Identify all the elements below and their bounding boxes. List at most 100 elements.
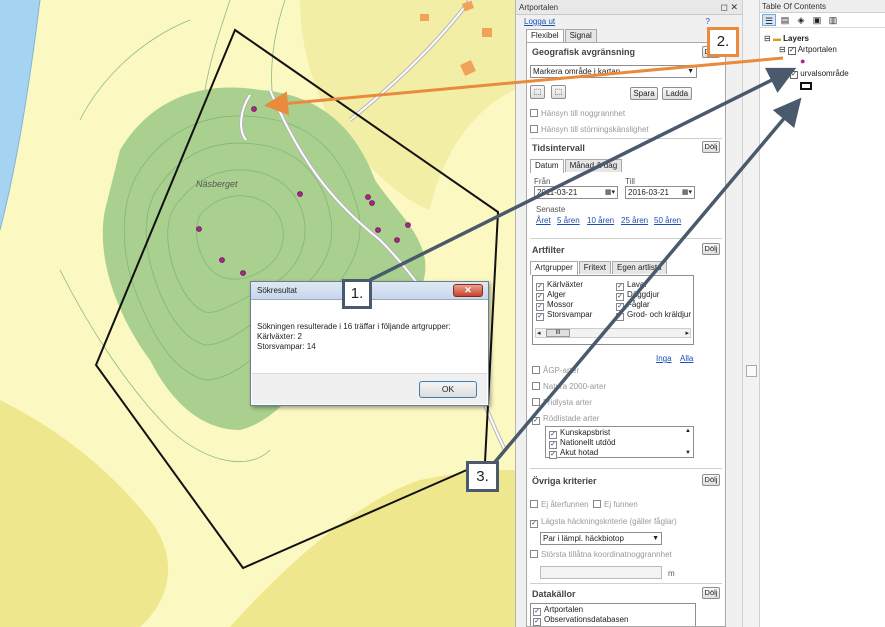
time-section: Tidsintervall Dölj Datum Månad & dag Frå… bbox=[527, 140, 725, 240]
select-none-link[interactable]: Inga bbox=[656, 354, 672, 363]
max-coord-input[interactable] bbox=[540, 566, 662, 579]
max-coord-checkbox[interactable]: Största tillåtna koordinatnoggrannhet bbox=[530, 550, 672, 559]
tab-fritext[interactable]: Fritext bbox=[578, 261, 612, 274]
max-coord-label: Största tillåtna koordinatnoggrannhet bbox=[541, 550, 672, 559]
artportalen-panel: Artportalen ◻ ✕ Logga ut ? Flexibel Sign… bbox=[515, 0, 742, 627]
options-icon[interactable]: ▥ bbox=[826, 14, 840, 26]
latest-label: Senaste bbox=[536, 205, 566, 214]
mode-tabs: Flexibel Signal bbox=[526, 29, 598, 43]
panel-splitter[interactable] bbox=[742, 0, 760, 627]
tab-flexibel[interactable]: Flexibel bbox=[526, 29, 564, 43]
not-refound-checkbox[interactable]: Ej återfunnen bbox=[530, 500, 589, 509]
tab-artgrupper[interactable]: Artgrupper bbox=[530, 261, 578, 275]
divider bbox=[530, 583, 722, 584]
select-all-link[interactable]: Alla bbox=[680, 354, 693, 363]
group-checkbox[interactable]: ✓ Storsvampar bbox=[536, 310, 592, 321]
species-groups-list[interactable]: ✓ Kärlväxter ✓ Lavar ✓ Alger ✓ Däggdjur ✓ Mos… bbox=[532, 275, 694, 345]
close-icon[interactable]: ✕ bbox=[453, 284, 483, 297]
draw-polygon-icon[interactable]: ⬚ bbox=[530, 85, 545, 99]
polygon-symbol-icon bbox=[800, 82, 812, 90]
layer-name: Artportalen bbox=[797, 45, 837, 54]
place-label: Näsberget bbox=[196, 179, 238, 189]
latest-25y-link[interactable]: 25 åren bbox=[621, 216, 648, 225]
redlist-category-checkbox[interactable]: ✓ Akut hotad bbox=[549, 448, 598, 459]
latest-10y-link[interactable]: 10 åren bbox=[587, 216, 614, 225]
species-title: Artfilter bbox=[532, 245, 565, 255]
redlist-categories-list[interactable]: ✓ Kunskapsbrist ✓ Nationellt utdöd ✓ Akut h… bbox=[545, 426, 694, 459]
toc-toolbar: ☰ ▤ ◈ ▣ ▥ bbox=[760, 13, 885, 28]
scroll-thumb[interactable]: III bbox=[546, 329, 570, 337]
layer-urvalsomrade[interactable]: ✓ urvalsområde bbox=[779, 69, 849, 79]
edit-polygon-icon[interactable]: ⬚ bbox=[551, 85, 566, 99]
panel-title: Artportalen bbox=[519, 3, 559, 12]
tab-datum[interactable]: Datum bbox=[530, 159, 564, 173]
time-hide-button[interactable]: Dölj bbox=[702, 141, 720, 153]
sources-hide-button[interactable]: Dölj bbox=[702, 587, 720, 599]
chevron-down-icon: ▼ bbox=[652, 535, 659, 542]
help-link[interactable]: ? bbox=[706, 17, 710, 26]
calendar-icon[interactable]: ▦▾ bbox=[605, 187, 615, 198]
sources-title: Datakällor bbox=[532, 589, 576, 599]
scroll-right-icon[interactable]: ▸ bbox=[685, 329, 689, 337]
list-by-selection-icon[interactable]: ▣ bbox=[810, 14, 824, 26]
redlist-checkbox[interactable]: ✓ Rödlistade arter bbox=[532, 414, 599, 425]
latest-year-link[interactable]: Året bbox=[536, 216, 551, 225]
sources-section: Datakällor Dölj ✓ Artportalen ✓ Observatio… bbox=[527, 585, 725, 626]
breeding-select[interactable]: Par i lämpl. häckbiotop ▼ bbox=[540, 532, 662, 545]
to-date-field[interactable]: 2016-03-21 ▦▾ bbox=[625, 186, 695, 199]
scroll-left-icon[interactable]: ◂ bbox=[537, 329, 541, 337]
latest-50y-link[interactable]: 50 åren bbox=[654, 216, 681, 225]
list-by-drawing-order-icon[interactable]: ☰ bbox=[762, 14, 776, 26]
group-label: Mossor bbox=[547, 300, 574, 309]
panel-window-buttons[interactable]: ◻ ✕ bbox=[720, 0, 738, 15]
logout-link[interactable]: Logga ut bbox=[524, 17, 555, 26]
other-hide-button[interactable]: Dölj bbox=[702, 474, 720, 486]
table-of-contents: Table Of Contents ☰ ▤ ◈ ▣ ▥ ⊟ ▬ Layers ⊟… bbox=[760, 0, 885, 627]
not-found-checkbox[interactable]: Ej funnen bbox=[593, 500, 638, 509]
splitter-grip[interactable] bbox=[746, 365, 757, 377]
scroll-down-icon[interactable]: ▼ bbox=[685, 450, 691, 456]
group-checkbox[interactable]: ✓ Grod- och kräldjur bbox=[616, 310, 691, 321]
agp-checkbox[interactable]: ÅGP-arter bbox=[532, 366, 579, 375]
horizontal-scrollbar[interactable]: ◂ III ▸ bbox=[535, 328, 691, 338]
group-label: Storsvampar bbox=[547, 310, 593, 319]
geo-method-select[interactable]: Markera område i kartan ▼ bbox=[530, 65, 697, 78]
tab-signal[interactable]: Signal bbox=[564, 29, 597, 42]
save-area-button[interactable]: Spara bbox=[630, 87, 658, 100]
sources-list[interactable]: ✓ Artportalen ✓ Observationsdatabasen bbox=[530, 603, 696, 626]
tab-egen-artlista[interactable]: Egen artlista bbox=[612, 261, 667, 274]
from-date-field[interactable]: 2011-03-21 ▦▾ bbox=[534, 186, 618, 199]
group-label: Grod- och kräldjur bbox=[627, 310, 692, 319]
dialog-line: Kärlväxter: 2 bbox=[257, 332, 302, 341]
protected-checkbox[interactable]: Fridlysta arter bbox=[532, 398, 592, 407]
accuracy-checkbox[interactable]: Hänsyn till noggrannhet bbox=[530, 109, 625, 118]
collapse-icon[interactable]: ⊟ bbox=[764, 34, 771, 43]
visibility-checkbox[interactable]: ✓ bbox=[790, 71, 798, 79]
sensitivity-checkbox[interactable]: Hänsyn till störningskänslighet bbox=[530, 125, 649, 134]
breeding-value: Par i lämpl. häckbiotop bbox=[543, 534, 624, 543]
not-refound-label: Ej återfunnen bbox=[541, 500, 589, 509]
species-section: Artfilter Dölj Artgrupper Fritext Egen a… bbox=[527, 241, 725, 466]
divider bbox=[530, 468, 722, 469]
visibility-checkbox[interactable]: ✓ bbox=[787, 47, 796, 55]
latest-5y-link[interactable]: 5 åren bbox=[557, 216, 580, 225]
layers-node[interactable]: ⊟ ▬ Layers bbox=[764, 34, 809, 43]
from-label: Från bbox=[534, 177, 551, 186]
list-by-visibility-icon[interactable]: ◈ bbox=[794, 14, 808, 26]
collapse-icon[interactable]: ⊟ bbox=[779, 45, 786, 54]
group-label: Kärlväxter bbox=[547, 280, 584, 289]
calendar-icon[interactable]: ▦▾ bbox=[682, 187, 692, 198]
ok-button[interactable]: OK bbox=[419, 381, 477, 398]
load-area-button[interactable]: Ladda bbox=[662, 87, 692, 100]
layer-artportalen[interactable]: ⊟ ✓ Artportalen bbox=[779, 45, 837, 55]
filter-form: Geografisk avgränsning Dölj Markera områ… bbox=[526, 42, 726, 627]
species-hide-button[interactable]: Dölj bbox=[702, 243, 720, 255]
source-label: Observationsdatabasen bbox=[544, 615, 629, 624]
natura-checkbox[interactable]: Natura 2000-arter bbox=[532, 382, 606, 391]
scroll-up-icon[interactable]: ▲ bbox=[685, 428, 691, 434]
breeding-checkbox[interactable]: ✓ Lägsta häckningskriterie (gäller fåglar… bbox=[530, 517, 677, 528]
source-checkbox[interactable]: ✓ Observationsdatabasen bbox=[533, 615, 629, 626]
point-symbol-icon: ● bbox=[800, 56, 806, 66]
tab-manad-dag[interactable]: Månad & dag bbox=[564, 159, 623, 172]
list-by-source-icon[interactable]: ▤ bbox=[778, 14, 792, 26]
